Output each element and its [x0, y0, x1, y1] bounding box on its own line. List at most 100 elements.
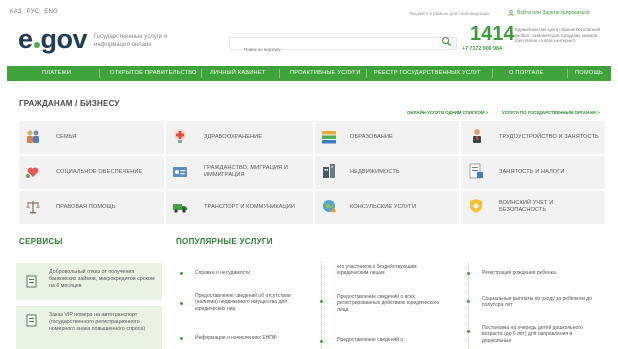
popular-service-link[interactable]: Предоставление сведений об отсутствии (н…: [195, 293, 310, 312]
bullet: [467, 300, 470, 303]
bullet: [467, 330, 470, 333]
truck-icon: [173, 204, 187, 213]
family-icon: [27, 130, 39, 143]
login-label: Войти или Зарегистрироваться: [517, 10, 590, 16]
shield-icon: [470, 199, 482, 213]
column-divider: [468, 262, 469, 349]
category-label: НЕДВИЖИМОСТЬ: [350, 169, 400, 175]
nav-separator: [99, 69, 100, 78]
nav-open-government[interactable]: ОТКРЫТОЕ ПРАВИТЕЛЬСТВО: [110, 70, 197, 76]
bullet: [320, 340, 323, 343]
category-label: ПРАВОВАЯ ПОМОЩЬ: [56, 204, 116, 210]
taxes-icon: [469, 163, 483, 179]
migration-icon: [173, 167, 187, 177]
nav-help[interactable]: ПОМОЩЬ: [575, 70, 603, 76]
bullet: [180, 272, 183, 275]
category-family[interactable]: СЕМЬЯ: [19, 121, 164, 154]
bullet: [467, 272, 470, 275]
popular-service-link[interactable]: Постановка на очередь детей дошкольного …: [482, 325, 600, 344]
popular-service-link[interactable]: Социальные выплаты по уходу за ребенком …: [482, 296, 600, 309]
nav-separator: [279, 69, 280, 78]
realestate-icon: [323, 164, 335, 178]
bullet: [320, 300, 323, 303]
nav-separator: [567, 69, 568, 78]
category-label: ОБРАЗОВАНИЕ: [350, 134, 393, 140]
nav-separator: [492, 69, 493, 78]
logo-dot: [33, 42, 40, 48]
nav-services-registry[interactable]: РЕЕСТР ГОСУДАРСТВЕННЫХ УСЛУГ: [374, 70, 481, 76]
category-label: ЗДРАВООХРАНЕНИЕ: [204, 134, 263, 140]
nav-proactive-services[interactable]: ПРОАКТИВНЫЕ УСЛУГИ: [290, 70, 361, 76]
language-switcher: КАЗ РУС ENG: [10, 9, 58, 15]
search-input[interactable]: [230, 44, 430, 55]
lang-eng[interactable]: ENG: [44, 9, 58, 15]
category-education[interactable]: ОБРАЗОВАНИЕ: [315, 121, 459, 154]
category-legal[interactable]: ПРАВОВАЯ ПОМОЩЬ: [19, 191, 164, 224]
category-label: СОЦИАЛЬНОЕ ОБЕСПЕЧЕНИЕ: [56, 169, 143, 175]
service-item[interactable]: Добровольный отказ от получения банковск…: [16, 263, 162, 300]
healthcare-icon: [174, 129, 186, 143]
category-label: ЗАНЯТОСТЬ И НАЛОГИ: [499, 169, 565, 175]
online-services-link[interactable]: ОНЛАЙН-УСЛУГИ ОДНИМ СПИСКОМ >: [407, 110, 488, 115]
document-icon: [26, 275, 37, 288]
category-label: ТРАНСПОРТ И КОММУНИКАЦИИ: [204, 204, 296, 210]
category-grid: СЕМЬЯ ЗДРАВООХРАНЕНИЕ ОБРАЗОВАНИЕ ТРУДОУ…: [19, 121, 605, 224]
nav-separator: [201, 69, 202, 78]
popular-services-title: ПОПУЛЯРНЫЕ УСЛУГИ: [176, 237, 273, 246]
lang-kaz[interactable]: КАЗ: [10, 9, 22, 15]
document-icon: [26, 314, 37, 327]
globe-icon: [323, 200, 336, 213]
call-center-number[interactable]: 1414: [470, 23, 515, 46]
main-nav: ПЛАТЕЖИ ОТКРЫТОЕ ПРАВИТЕЛЬСТВО ЛИЧНЫЙ КА…: [7, 66, 611, 81]
social-icon: [26, 167, 39, 178]
logo-gov: gov: [40, 23, 88, 54]
category-label: КОНСУЛЬСКИЕ УСЛУГИ: [350, 204, 417, 210]
logo-e: e: [18, 23, 33, 54]
section-title: ГРАЖДАНАМ / БИЗНЕСУ: [19, 99, 120, 108]
popular-service-link[interactable]: Информация о начислениях ЕНПФ: [195, 335, 310, 341]
services-by-agency-link[interactable]: УСЛУГИ ПО ГОСУДАРСТВЕННЫМ ОРГАНАМ >: [502, 110, 600, 115]
popular-service-link[interactable]: Регистрация рождения ребенка: [482, 270, 600, 276]
education-icon: [322, 131, 336, 144]
category-label: ГРАЖДАНСТВО, МИГРАЦИЯ И ИММИГРАЦИЯ: [204, 165, 288, 178]
egov-logo[interactable]: e gov: [18, 23, 88, 54]
category-realestate[interactable]: НЕДВИЖИМОСТЬ: [315, 156, 459, 189]
category-employment[interactable]: ТРУДОУСТРОЙСТВО И ЗАНЯТОСТЬ: [461, 121, 605, 154]
column-divider: [321, 262, 322, 349]
top-bar: КАЗ РУС ENG Выдайте в рамках для слабови…: [0, 0, 618, 20]
category-migration[interactable]: ГРАЖДАНСТВО, МИГРАЦИЯ И ИММИГРАЦИЯ: [166, 156, 313, 189]
bullet: [180, 337, 183, 340]
category-social[interactable]: СОЦИАЛЬНОЕ ОБЕСПЕЧЕНИЕ: [19, 156, 164, 189]
nav-personal-cabinet[interactable]: ЛИЧНЫЙ КАБИНЕТ: [210, 70, 266, 76]
nav-about[interactable]: О ПОРТАЛЕ: [509, 70, 544, 76]
login-link[interactable]: Войти или Зарегистрироваться: [508, 10, 590, 16]
nav-payments[interactable]: ПЛАТЕЖИ: [42, 70, 71, 76]
logo-subtitle: Государственные услуги и информация онла…: [94, 34, 168, 48]
call-center-phone[interactable]: +7 7172 906 984: [462, 46, 502, 52]
lang-rus[interactable]: РУС: [27, 9, 40, 15]
category-healthcare[interactable]: ЗДРАВООХРАНЕНИЕ: [166, 121, 313, 154]
nav-separator: [366, 69, 367, 78]
category-consular[interactable]: КОНСУЛЬСКИЕ УСЛУГИ: [315, 191, 459, 224]
category-taxes[interactable]: ЗАНЯТОСТЬ И НАЛОГИ: [461, 156, 605, 189]
service-item[interactable]: Заказ VIP номера на автотранспорт (госуд…: [16, 306, 162, 349]
services-title: СЕРВИСЫ: [19, 237, 63, 246]
legal-scales-icon: [26, 201, 40, 214]
popular-service-link[interactable]: его участников к бездействующим юридичес…: [337, 264, 447, 277]
bullet: [180, 302, 183, 305]
category-label: ВОИНСКИЙ УЧЕТ И БЕЗОПАСНОСТЬ: [499, 200, 554, 213]
accessibility-link[interactable]: Выдайте в рамках для слабовидящих: [410, 11, 489, 16]
call-center-text: Единый контакт-центр Звонок бесплатный (…: [515, 27, 600, 44]
category-label: СЕМЬЯ: [56, 134, 77, 140]
search-box[interactable]: [229, 37, 457, 55]
service-label: Заказ VIP номера на автотранспорт (госуд…: [49, 312, 146, 332]
popular-service-link[interactable]: Предоставление сведений о всех регистрир…: [337, 294, 447, 313]
category-military[interactable]: ВОИНСКИЙ УЧЕТ И БЕЗОПАСНОСТЬ: [461, 191, 605, 224]
employment-icon: [473, 129, 481, 143]
popular-service-link[interactable]: Предоставление сведений о: [337, 337, 447, 343]
popular-service-link[interactable]: Справка о несудимости: [195, 270, 310, 276]
search-icon[interactable]: [441, 36, 452, 47]
user-icon: [508, 10, 514, 16]
category-transport[interactable]: ТРАНСПОРТ И КОММУНИКАЦИИ: [166, 191, 313, 224]
category-label: ТРУДОУСТРОЙСТВО И ЗАНЯТОСТЬ: [499, 134, 599, 140]
